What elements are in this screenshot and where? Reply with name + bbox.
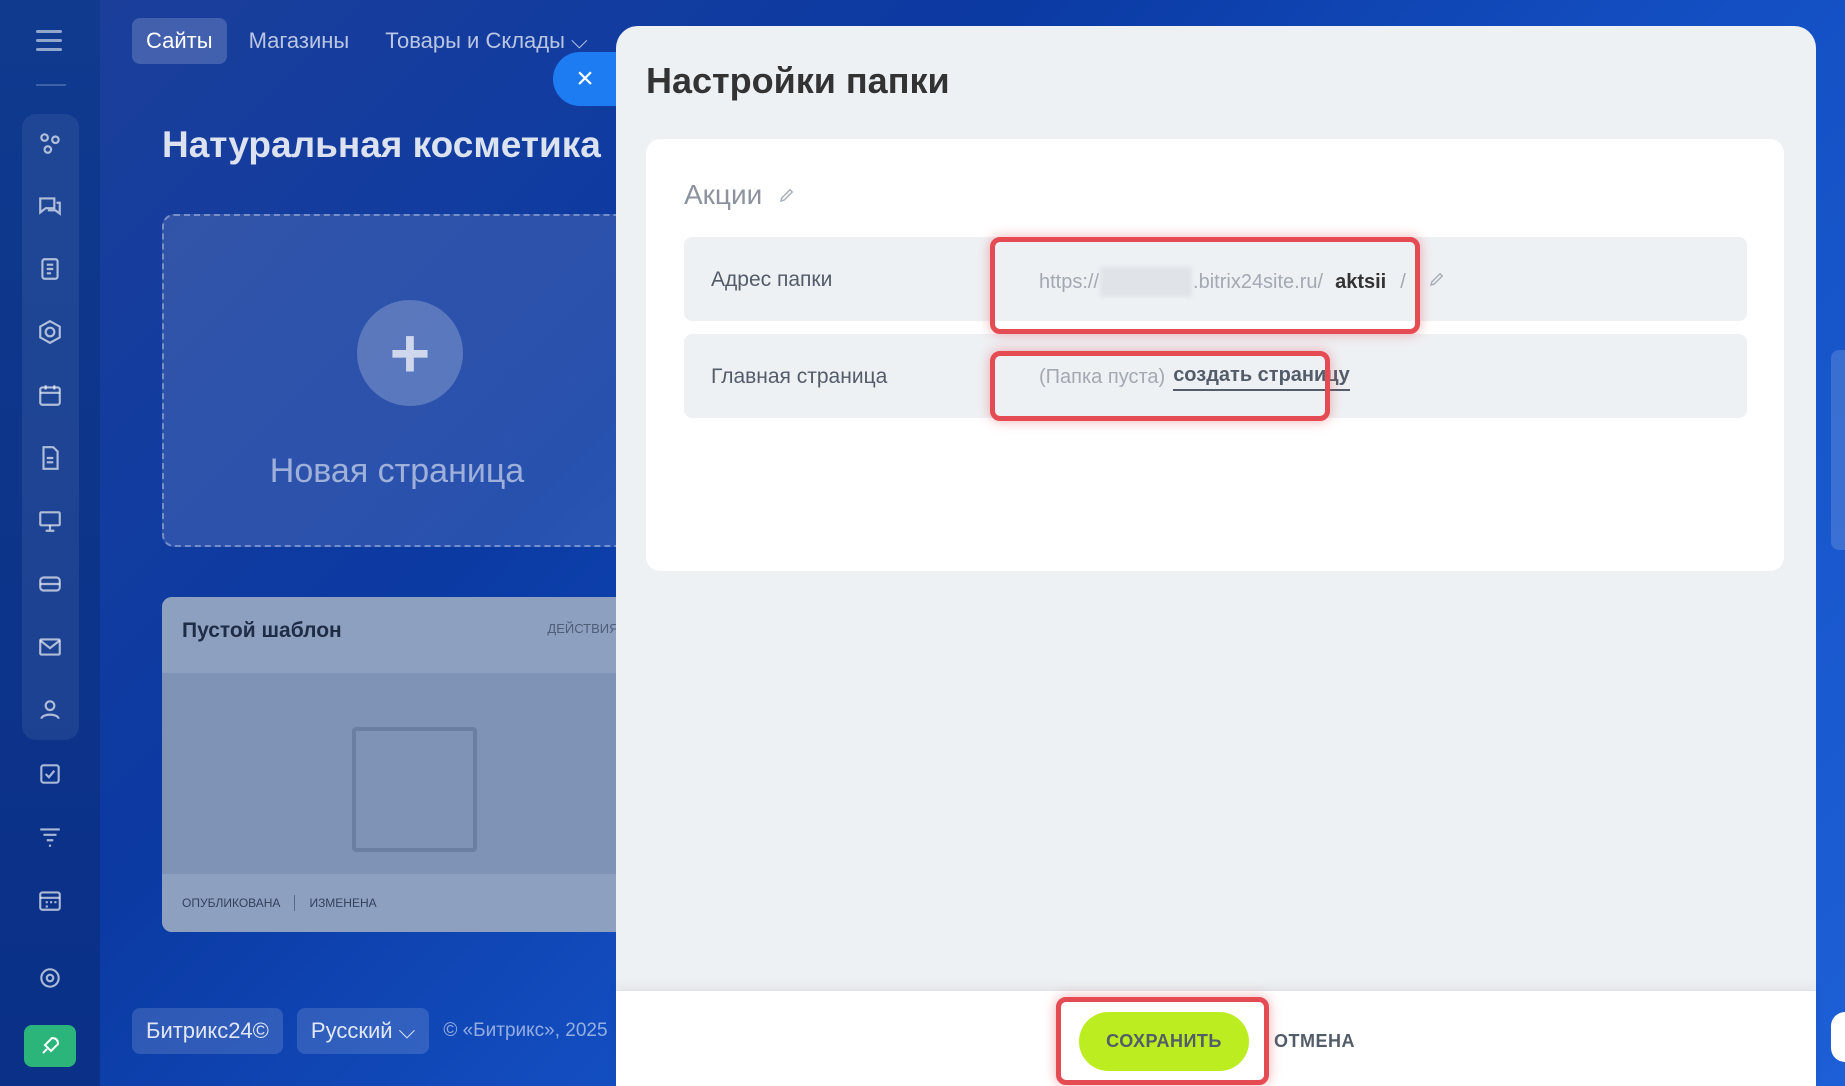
rocket-icon[interactable] [24,1025,76,1067]
page-title: Натуральная косметика [162,124,601,165]
brand-button[interactable]: Битрикс24© [132,1008,283,1054]
document-icon[interactable] [35,443,65,473]
calendar-icon[interactable] [35,380,65,410]
folder-address-label: Адрес папки [711,268,833,291]
new-page-label: Новая страница [269,452,525,490]
address-highlight [990,237,1420,334]
tasks-icon[interactable] [35,759,65,789]
template-card-footer: ОПУБЛИКОВАНА ИЗМЕНЕНА [162,874,632,932]
feed-icon[interactable] [35,254,65,284]
image-placeholder-icon [352,727,477,852]
status-changed: ИЗМЕНЕНА [309,896,377,910]
new-page-card[interactable]: + Новая страница [162,214,632,547]
language-select[interactable]: Русский ⌵ [296,1008,430,1054]
presentation-icon[interactable] [35,506,65,536]
crm-icon[interactable] [35,128,65,158]
copyright-text: © «Битрикс», 2025 [443,1020,608,1041]
status-published: ОПУБЛИКОВАНА [182,896,281,910]
folder-name-text: Акции [684,179,763,210]
template-card-title: Пустой шаблон [182,619,342,642]
right-edge-tab [1831,350,1845,550]
cancel-button[interactable]: ОТМЕНА [1274,1031,1355,1052]
edit-address-icon[interactable] [1428,270,1446,294]
funnel-icon[interactable] [35,822,65,852]
mail-icon[interactable] [35,632,65,662]
card-icon[interactable] [35,569,65,599]
left-sidebar [0,0,100,1086]
main-page-highlight [990,351,1330,421]
planner-icon[interactable] [35,885,65,915]
close-icon[interactable]: × [553,52,617,106]
right-edge-bubble[interactable] [1831,1012,1845,1062]
main-page-label: Главная страница [711,365,888,388]
top-navigation: Сайты Магазины Товары и Склады ⌵ [132,18,602,64]
template-card[interactable]: Пустой шаблон ДЕЙСТВИЯ ⌵ ОПУБЛИКОВАНА ИЗ… [162,597,632,932]
page-footer: Битрикс24© Русский ⌵ © «Битрикс», 2025 [132,1008,608,1054]
chat-icon[interactable] [35,191,65,221]
panel-footer: СОХРАНИТЬ ОТМЕНА [616,990,1816,1086]
gear-icon[interactable] [35,963,65,993]
edit-folder-name-icon[interactable] [778,179,796,211]
panel-title: Настройки папки [646,60,950,101]
menu-icon[interactable] [36,30,62,52]
template-card-header: Пустой шаблон ДЕЙСТВИЯ ⌵ [162,597,632,673]
tab-sites[interactable]: Сайты [132,18,227,64]
tab-shops[interactable]: Магазины [235,18,364,64]
folder-name: Акции [684,179,796,211]
divider [294,895,296,911]
shield-icon[interactable] [35,317,65,347]
folder-settings-panel: Настройки папки Акции Адрес папки https:… [616,26,1816,1086]
plus-icon: + [357,300,463,406]
users-icon[interactable] [35,695,65,725]
save-highlight [1056,997,1269,1085]
sidebar-divider [36,84,66,86]
